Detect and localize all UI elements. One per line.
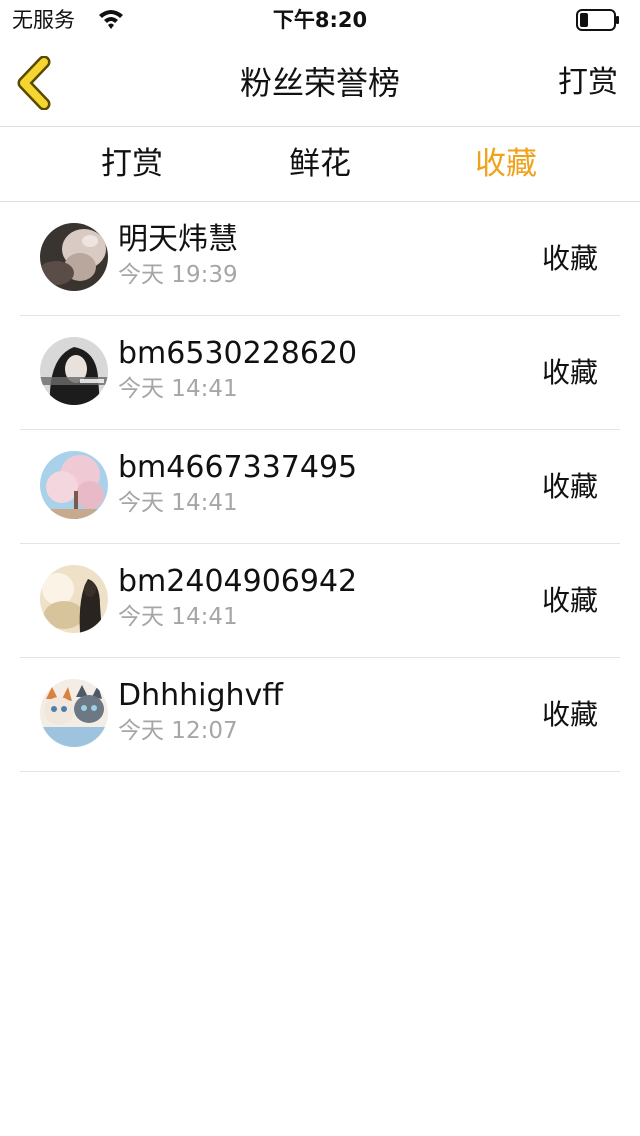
fan-time: 今天 12:07 — [118, 718, 238, 744]
tab-reward[interactable]: 打赏 — [52, 127, 212, 201]
list-item[interactable]: Dhhhighvff 今天 12:07 收藏 — [20, 658, 620, 772]
list-item[interactable]: bm4667337495 今天 14:41 收藏 — [20, 430, 620, 544]
nav-bar: 粉丝荣誉榜 打赏 — [0, 40, 640, 127]
avatar — [40, 223, 108, 291]
status-time: 下午8:20 — [272, 8, 368, 32]
page-title: 粉丝荣誉榜 — [239, 64, 400, 102]
tab-favorites[interactable]: 收藏 — [426, 127, 586, 201]
fan-name: bm6530228620 — [118, 336, 358, 371]
fan-name: Dhhhighvff — [118, 678, 283, 713]
fan-time: 今天 19:39 — [118, 262, 238, 288]
list-item[interactable]: 明天炜慧 今天 19:39 收藏 — [20, 202, 620, 316]
action-label: 收藏 — [541, 470, 598, 503]
fan-name: bm4667337495 — [118, 450, 358, 485]
list-item[interactable]: bm6530228620 今天 14:41 收藏 — [20, 316, 620, 430]
avatar — [40, 451, 108, 519]
avatar — [40, 337, 108, 405]
fan-list: 明天炜慧 今天 19:39 收藏 bm6530228620 今天 14:41 收… — [0, 202, 640, 772]
list-item[interactable]: bm2404906942 今天 14:41 收藏 — [20, 544, 620, 658]
reward-button[interactable]: 打赏 — [558, 40, 618, 126]
fan-time: 今天 14:41 — [118, 490, 238, 516]
action-label: 收藏 — [541, 242, 598, 275]
action-label: 收藏 — [541, 698, 598, 731]
tab-bar: 打赏 鲜花 收藏 — [0, 127, 640, 202]
fan-time: 今天 14:41 — [118, 376, 238, 402]
avatar — [40, 679, 108, 747]
action-label: 收藏 — [541, 356, 598, 389]
fan-name: bm2404906942 — [118, 564, 358, 599]
tab-flowers[interactable]: 鲜花 — [240, 127, 400, 201]
battery-icon — [576, 9, 620, 31]
avatar — [40, 565, 108, 633]
status-bar: 无服务 下午8:20 — [0, 0, 640, 40]
action-label: 收藏 — [541, 584, 598, 617]
fan-name: 明天炜慧 — [118, 222, 238, 257]
fan-time: 今天 14:41 — [118, 604, 238, 630]
